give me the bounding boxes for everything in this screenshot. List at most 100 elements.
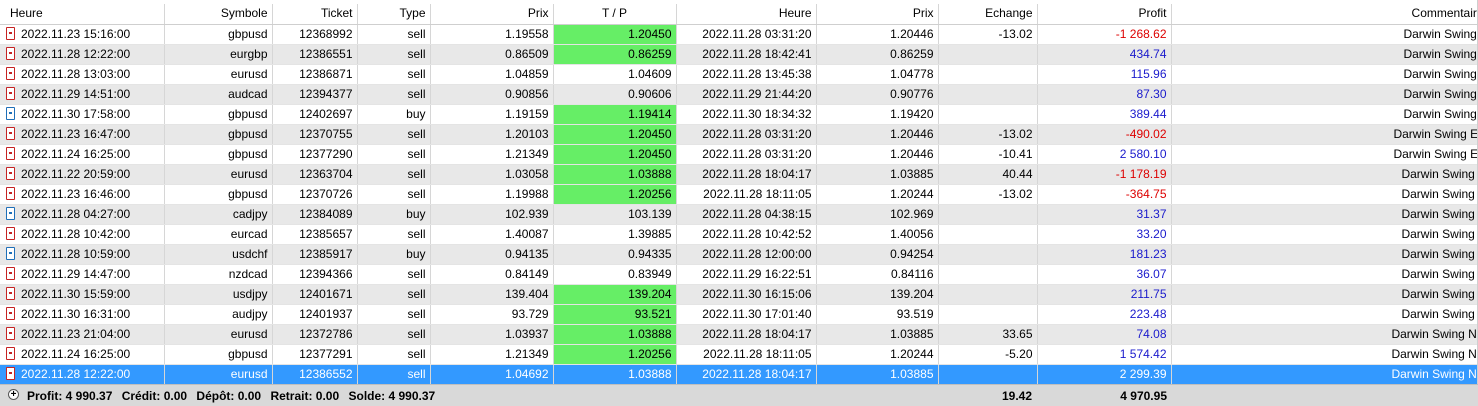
cell-profit: -490.02 (1037, 124, 1172, 145)
cell-type: sell (357, 224, 431, 245)
cell-symbol: eurgbp (164, 44, 273, 65)
table-row[interactable]: 2022.11.29 14:47:00 nzdcad 12394366 sell 0.8… (0, 264, 1478, 285)
cell-ticket: 12401671 (272, 284, 358, 305)
cell-ticket: 12394366 (272, 264, 358, 285)
open-time-text: 2022.11.23 21:04:00 (21, 326, 131, 341)
col-header-comment[interactable]: Commentaire▲ (1171, 4, 1478, 25)
open-time-text: 2022.11.28 04:27:00 (21, 206, 131, 221)
col-header-type[interactable]: Type (357, 4, 431, 25)
cell-type: sell (357, 364, 431, 385)
cell-open-price: 1.19159 (430, 104, 554, 125)
table-row[interactable]: 2022.11.23 16:47:00 gbpusd 12370755 sell 1.2… (0, 124, 1478, 145)
cell-ticket: 12372786 (272, 324, 358, 345)
cell-profit: 181.23 (1037, 244, 1172, 265)
table-row[interactable]: 2022.11.28 04:27:00 cadjpy 12384089 buy 102.… (0, 204, 1478, 225)
cell-tp: 0.94335 (553, 244, 677, 265)
cell-tp: 1.19414 (553, 104, 677, 125)
table-row[interactable]: 2022.11.30 16:31:00 audjpy 12401937 sell 93.… (0, 304, 1478, 325)
table-row[interactable]: 2022.11.28 10:42:00 eurcad 12385657 sell 1.4… (0, 224, 1478, 245)
summary-profit: Profit: 4 990.37 (27, 389, 113, 403)
cell-type: sell (357, 24, 431, 45)
cell-ticket: 12370755 (272, 124, 358, 145)
col-header-comment-label: Commentaire (1411, 6, 1478, 21)
cell-close-time: 2022.11.30 18:34:32 (676, 104, 817, 125)
table-row[interactable]: 2022.11.28 12:22:00 eurgbp 12386551 sell 0.8… (0, 44, 1478, 65)
table-row[interactable]: 2022.11.30 17:58:00 gbpusd 12402697 buy 1.19… (0, 104, 1478, 125)
account-summary: Profit: 4 990.37 Crédit: 0.00 Dépôt: 0.0… (27, 388, 441, 404)
cell-type: sell (357, 284, 431, 305)
table-row[interactable]: 2022.11.24 16:25:00 gbpusd 12377290 sell 1.2… (0, 144, 1478, 165)
table-row[interactable]: 2022.11.29 14:51:00 audcad 12394377 sell 0.9… (0, 84, 1478, 105)
cell-open-time: 2022.11.24 16:25:00 (0, 144, 165, 165)
cell-close-price: 102.969 (816, 204, 939, 225)
cell-profit: -364.75 (1037, 184, 1172, 205)
col-header-open-price[interactable]: Prix (430, 4, 554, 25)
cell-comment: Darwin Swing EF (1171, 44, 1478, 65)
col-header-close-time[interactable]: Heure (676, 4, 817, 25)
cell-open-time: 2022.11.29 14:51:00 (0, 84, 165, 105)
cell-close-time: 2022.11.29 21:44:20 (676, 84, 817, 105)
cell-swap (938, 364, 1038, 385)
cell-comment: Darwin Swing NR 3 (1171, 344, 1478, 365)
cell-type: sell (357, 324, 431, 345)
open-time-text: 2022.11.28 12:22:00 (21, 46, 131, 61)
summary-withdrawal: Retrait: 0.00 (270, 389, 340, 403)
cell-symbol: eurcad (164, 224, 273, 245)
table-row[interactable]: 2022.11.23 16:46:00 gbpusd 12370726 sell 1.1… (0, 184, 1478, 205)
cell-ticket: 12386551 (272, 44, 358, 65)
table-row[interactable]: 2022.11.22 20:59:00 eurusd 12363704 sell 1.0… (0, 164, 1478, 185)
col-header-open-time[interactable]: Heure (0, 4, 165, 25)
sell-order-icon (6, 266, 15, 280)
cell-close-time: 2022.11.28 10:42:52 (676, 224, 817, 245)
col-header-ticket[interactable]: Ticket (272, 4, 358, 25)
cell-swap (938, 84, 1038, 105)
cell-swap (938, 204, 1038, 225)
sell-order-icon (6, 126, 15, 140)
col-header-tp[interactable]: T / P (553, 4, 677, 25)
table-row[interactable]: 2022.11.28 12:22:00 eurusd 12386552 sell 1.0… (0, 364, 1478, 385)
cell-comment: Darwin Swing NR (1171, 264, 1478, 285)
col-header-close-price[interactable]: Prix (816, 4, 939, 25)
table-row[interactable]: 2022.11.24 16:25:00 gbpusd 12377291 sell 1.2… (0, 344, 1478, 365)
cell-open-time: 2022.11.22 20:59:00 (0, 164, 165, 185)
cell-tp: 1.03888 (553, 164, 677, 185)
table-row[interactable]: 2022.11.23 15:16:00 gbpusd 12368992 sell 1.1… (0, 24, 1478, 45)
col-header-profit[interactable]: Profit (1037, 4, 1172, 25)
cell-profit: 87.30 (1037, 84, 1172, 105)
cell-close-time: 2022.11.29 16:22:51 (676, 264, 817, 285)
cell-open-price: 1.19988 (430, 184, 554, 205)
cell-swap: -13.02 (938, 184, 1038, 205)
cell-comment: Darwin Swing NR (1171, 304, 1478, 325)
table-row[interactable]: 2022.11.28 13:03:00 eurusd 12386871 sell 1.0… (0, 64, 1478, 85)
trade-history-table: Heure Symbole Ticket Type Prix T / P Heu… (0, 4, 1478, 385)
cell-open-price: 0.94135 (430, 244, 554, 265)
open-time-text: 2022.11.29 14:47:00 (21, 266, 131, 281)
cell-open-price: 1.19558 (430, 24, 554, 45)
col-header-symbol[interactable]: Symbole (164, 4, 273, 25)
cell-comment: Darwin Swing EF 3 (1171, 144, 1478, 165)
cell-symbol: audjpy (164, 304, 273, 325)
cell-open-price: 0.84149 (430, 264, 554, 285)
sell-order-icon (6, 26, 15, 40)
plus-circle-icon[interactable]: + (8, 389, 19, 400)
cell-type: sell (357, 184, 431, 205)
cell-comment: Darwin Swing NR 2 (1171, 364, 1478, 385)
open-time-text: 2022.11.30 17:58:00 (21, 106, 131, 121)
col-header-swap[interactable]: Echange (938, 4, 1038, 25)
cell-open-price: 1.21349 (430, 344, 554, 365)
summary-deposit: Dépôt: 0.00 (196, 389, 262, 403)
cell-close-price: 0.86259 (816, 44, 939, 65)
cell-profit: 31.37 (1037, 204, 1172, 225)
cell-symbol: gbpusd (164, 344, 273, 365)
cell-profit: 36.07 (1037, 264, 1172, 285)
cell-type: sell (357, 44, 431, 65)
cell-profit: 223.48 (1037, 304, 1172, 325)
table-row[interactable]: 2022.11.30 15:59:00 usdjpy 12401671 sell 139… (0, 284, 1478, 305)
table-row[interactable]: 2022.11.28 10:59:00 usdchf 12385917 buy 0.94… (0, 244, 1478, 265)
table-row[interactable]: 2022.11.23 21:04:00 eurusd 12372786 sell 1.0… (0, 324, 1478, 345)
cell-tp: 0.83949 (553, 264, 677, 285)
cell-symbol: gbpusd (164, 184, 273, 205)
sell-order-icon (6, 306, 15, 320)
cell-close-time: 2022.11.28 18:42:41 (676, 44, 817, 65)
cell-open-price: 0.90856 (430, 84, 554, 105)
